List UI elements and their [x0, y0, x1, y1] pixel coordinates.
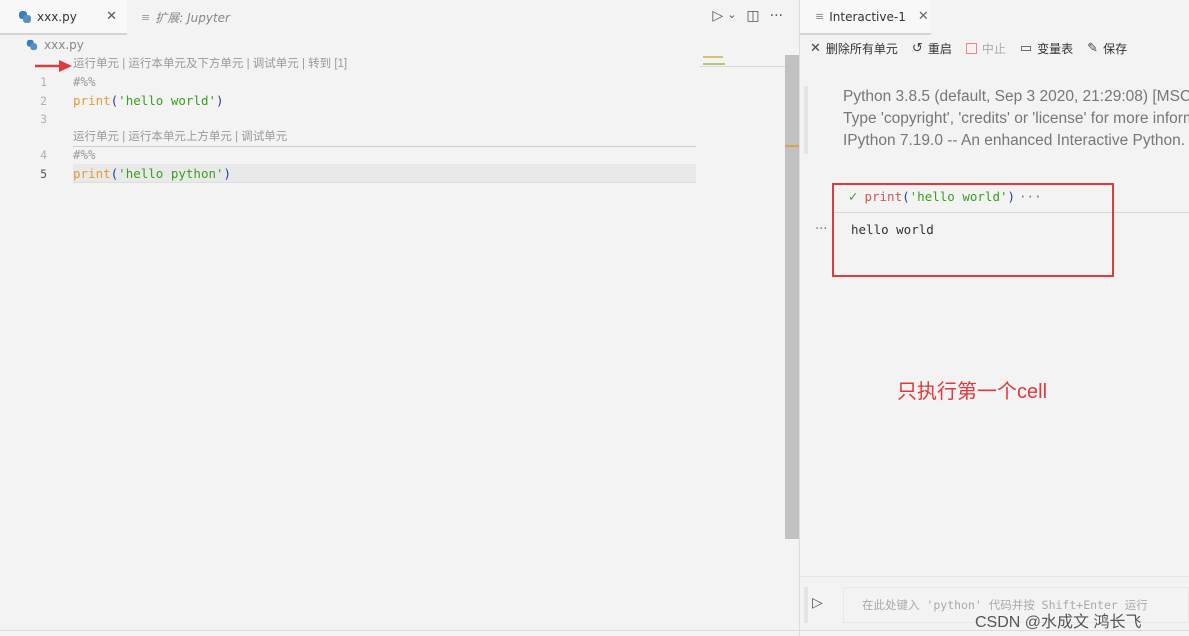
line-number: 1: [40, 75, 47, 90]
restart-icon: ↺: [911, 40, 923, 56]
input-collapse-bar: [804, 587, 808, 623]
run-dropdown-icon[interactable]: ⌄: [727, 8, 736, 24]
watermark: CSDN @水成文 鸿长飞: [975, 614, 1142, 631]
editor-group-left: xxx.py ✕ ≡ 扩展: Jupyter ▷ ⌄ ◫ ··· xxx.py …: [0, 0, 799, 636]
editor-actions: ▷ ⌄ ◫ ···: [712, 8, 783, 24]
codelens-cell-2[interactable]: 运行单元 | 运行本单元上方单元 | 调试单元: [73, 128, 287, 146]
interactive-toolbar: ✕ 删除所有单元 ↺ 重启 中止 ▭ 变量表 ✎ 保存: [810, 39, 1141, 57]
breadcrumb-file[interactable]: xxx.py: [44, 38, 84, 52]
tab-extension-jupyter[interactable]: ≡ 扩展: Jupyter: [127, 0, 257, 35]
banner-line: IPython 7.19.0 -- An enhanced Interactiv…: [843, 132, 1189, 149]
split-editor-icon[interactable]: ◫: [746, 8, 759, 24]
close-tab-icon[interactable]: ✕: [918, 9, 929, 24]
red-highlight-box: [832, 183, 1114, 277]
variables-icon: ▭: [1019, 40, 1033, 56]
stop-icon: [965, 42, 977, 54]
line-number: 5: [40, 166, 47, 181]
kernel-banner: Python 3.8.5 (default, Sep 3 2020, 21:29…: [843, 86, 1189, 152]
line-number: 2: [40, 93, 47, 108]
editor-scrollbar[interactable]: [785, 55, 799, 539]
interactive-console[interactable]: Python 3.8.5 (default, Sep 3 2020, 21:29…: [800, 78, 1189, 576]
code-line-5[interactable]: 5 print('hello python'): [0, 165, 785, 183]
clear-all-button[interactable]: ✕ 删除所有单元: [810, 40, 898, 57]
code-text: print('hello python'): [73, 165, 232, 181]
cell-collapse-bar[interactable]: [804, 86, 808, 154]
variables-button[interactable]: ▭ 变量表: [1020, 40, 1073, 57]
code-line-1[interactable]: 1 #%%: [0, 73, 785, 91]
variables-label: 变量表: [1037, 41, 1074, 56]
more-actions-icon[interactable]: ···: [770, 8, 783, 24]
restart-button[interactable]: ↺ 重启: [912, 40, 952, 57]
codelens-line: 运行单元 | 运行本单元及下方单元 | 调试单元 | 转到 [1]: [0, 55, 785, 73]
minimap-line: [703, 56, 723, 58]
save-icon: ✎: [1087, 40, 1099, 56]
code-text: #%%: [73, 147, 96, 163]
banner-line: Python 3.8.5 (default, Sep 3 2020, 21:29…: [843, 88, 1189, 105]
tab-interactive-1[interactable]: ≡ Interactive-1 ✕: [800, 0, 931, 35]
red-arrow-annotation-icon: [35, 60, 72, 72]
python-file-icon: [19, 10, 31, 23]
codelens-line: 运行单元 | 运行本单元上方单元 | 调试单元: [0, 128, 785, 146]
tab-xxx-py[interactable]: xxx.py ✕: [0, 0, 127, 35]
tab-label: 扩展: Jupyter: [155, 11, 230, 25]
code-text: #%%: [73, 74, 96, 90]
codelens-cell-1[interactable]: 运行单元 | 运行本单元及下方单元 | 调试单元 | 转到 [1]: [73, 55, 347, 73]
run-python-file-icon[interactable]: ▷: [712, 8, 723, 24]
code-text: print('hello world'): [73, 92, 224, 108]
restart-label: 重启: [927, 41, 952, 56]
close-icon: ✕: [810, 40, 821, 56]
python-file-icon: [26, 39, 38, 51]
interrupt-button[interactable]: 中止: [965, 40, 1006, 57]
tab-label: Interactive-1: [829, 9, 906, 24]
line-number: 3: [40, 111, 47, 126]
breadcrumb[interactable]: xxx.py: [26, 38, 84, 52]
preview-lines-icon: ≡: [141, 11, 151, 24]
code-line-3[interactable]: 3: [0, 110, 785, 128]
minimap-line: [703, 63, 725, 65]
clear-all-label: 删除所有单元: [825, 41, 898, 56]
preview-lines-icon: ≡: [815, 10, 825, 23]
annotation-text: 只执行第一个cell: [897, 381, 1048, 403]
cell-more-icon[interactable]: ···: [815, 222, 827, 237]
tab-label: xxx.py: [37, 9, 77, 24]
code-line-4[interactable]: 4 #%%: [0, 146, 785, 164]
scrollbar-marker: [785, 145, 799, 147]
interactive-window: ≡ Interactive-1 ✕ ✕ 删除所有单元 ↺ 重启 中止 ▭ 变量表…: [800, 0, 1189, 636]
line-number: 4: [40, 148, 47, 163]
editor-tab-bar: xxx.py ✕ ≡ 扩展: Jupyter: [0, 0, 799, 35]
code-editor[interactable]: 运行单元 | 运行本单元及下方单元 | 调试单元 | 转到 [1] 1 #%% …: [0, 55, 785, 183]
interrupt-label: 中止: [981, 41, 1006, 56]
save-button[interactable]: ✎ 保存: [1087, 40, 1127, 57]
close-tab-icon[interactable]: ✕: [106, 9, 117, 24]
save-label: 保存: [1103, 41, 1128, 56]
banner-line: Type 'copyright', 'credits' or 'license'…: [843, 110, 1189, 127]
run-input-icon[interactable]: ▷: [812, 595, 823, 611]
code-line-2[interactable]: 2 print('hello world'): [0, 92, 785, 110]
minimap[interactable]: [703, 56, 783, 66]
